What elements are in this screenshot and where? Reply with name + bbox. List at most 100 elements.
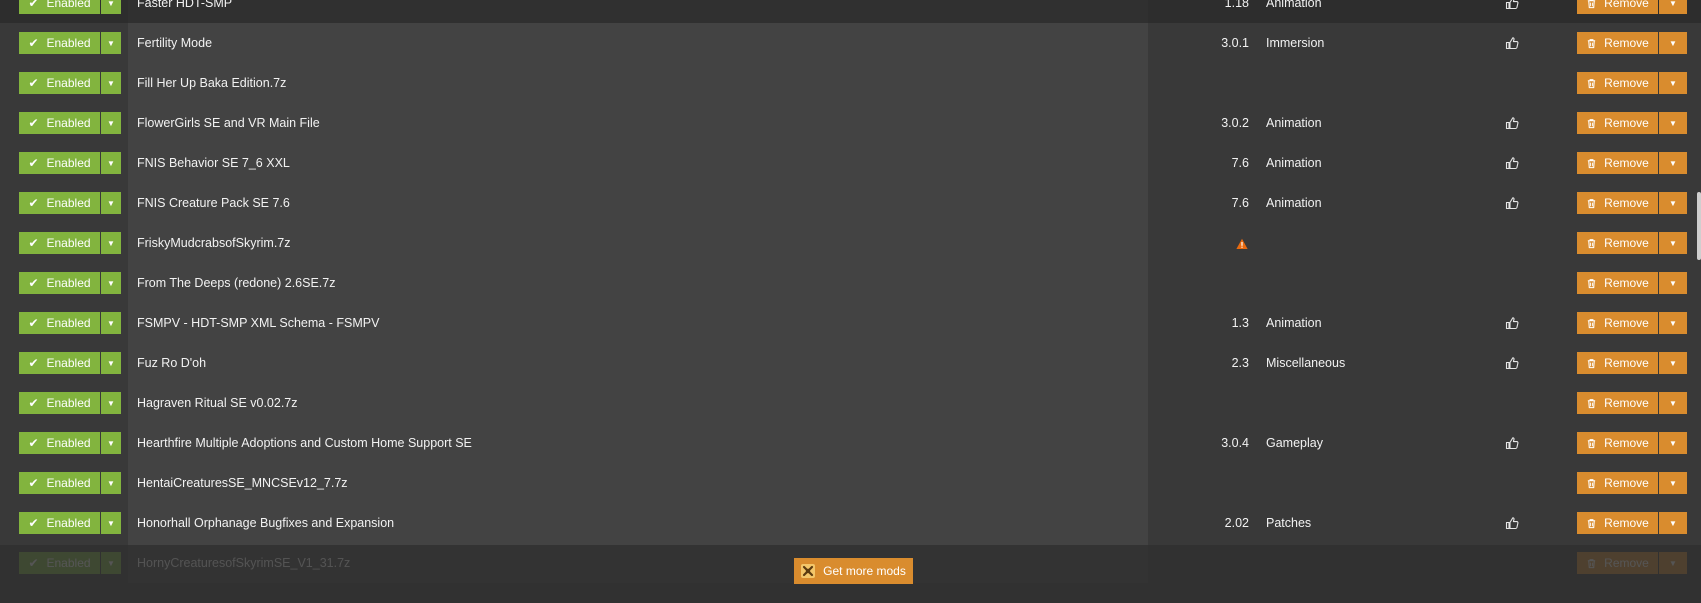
remove-group[interactable]: Remove ▼ <box>1577 352 1687 374</box>
remove-group[interactable]: Remove ▼ <box>1577 312 1687 334</box>
remove-button[interactable]: Remove <box>1577 32 1658 54</box>
remove-dropdown-button[interactable]: ▼ <box>1659 472 1687 494</box>
warning-icon[interactable] <box>1236 237 1248 249</box>
remove-button[interactable]: Remove <box>1577 0 1658 14</box>
remove-dropdown-button[interactable]: ▼ <box>1659 0 1687 14</box>
mod-row[interactable]: ✔ Enabled ▼ Fuz Ro D'oh 2.3 Miscellaneous Remo… <box>0 343 1701 383</box>
remove-dropdown-button[interactable]: ▼ <box>1659 112 1687 134</box>
scrollbar-thumb[interactable] <box>1697 192 1701 260</box>
enable-toggle-group[interactable]: ✔ Enabled ▼ <box>19 72 121 94</box>
remove-dropdown-button[interactable]: ▼ <box>1659 312 1687 334</box>
remove-button[interactable]: Remove <box>1577 512 1658 534</box>
mod-row[interactable]: ✔ Enabled ▼ FlowerGirls SE and VR Main File… <box>0 103 1701 143</box>
remove-dropdown-button[interactable]: ▼ <box>1659 392 1687 414</box>
enabled-dropdown-button[interactable]: ▼ <box>101 72 121 94</box>
enabled-button[interactable]: ✔ Enabled <box>19 0 100 14</box>
remove-group[interactable]: Remove ▼ <box>1577 32 1687 54</box>
mod-name[interactable]: FNIS Behavior SE 7_6 XXL <box>137 143 290 183</box>
endorse-thumbs-up-icon[interactable] <box>1505 116 1519 130</box>
enabled-dropdown-button[interactable]: ▼ <box>101 0 121 14</box>
enabled-button[interactable]: ✔ Enabled <box>19 272 100 294</box>
remove-button[interactable]: Remove <box>1577 152 1658 174</box>
remove-button[interactable]: Remove <box>1577 232 1658 254</box>
mod-name[interactable]: FNIS Creature Pack SE 7.6 <box>137 183 290 223</box>
remove-group[interactable]: Remove ▼ <box>1577 232 1687 254</box>
enabled-dropdown-button[interactable]: ▼ <box>101 352 121 374</box>
endorse-thumbs-up-icon[interactable] <box>1505 196 1519 210</box>
mod-row[interactable]: ✔ Enabled ▼ From The Deeps (redone) 2.6SE.7… <box>0 263 1701 303</box>
remove-group[interactable]: Remove ▼ <box>1577 432 1687 454</box>
get-more-mods-button[interactable]: Get more mods <box>794 558 913 584</box>
enabled-button[interactable]: ✔ Enabled <box>19 32 100 54</box>
remove-dropdown-button[interactable]: ▼ <box>1659 512 1687 534</box>
endorse-thumbs-up-icon[interactable] <box>1505 36 1519 50</box>
enabled-button[interactable]: ✔ Enabled <box>19 512 100 534</box>
mod-row[interactable]: ✔ Enabled ▼ Faster HDT-SMP 1.18 Animation Remo… <box>0 0 1701 23</box>
remove-group[interactable]: Remove ▼ <box>1577 472 1687 494</box>
enable-toggle-group[interactable]: ✔ Enabled ▼ <box>19 152 121 174</box>
enabled-button[interactable]: ✔ Enabled <box>19 112 100 134</box>
mod-row[interactable]: ✔ Enabled ▼ Honorhall Orphanage Bugfixes an… <box>0 503 1701 543</box>
enable-toggle-group[interactable]: ✔ Enabled ▼ <box>19 0 121 14</box>
enabled-dropdown-button[interactable]: ▼ <box>101 32 121 54</box>
remove-button[interactable]: Remove <box>1577 472 1658 494</box>
enable-toggle-group[interactable]: ✔ Enabled ▼ <box>19 272 121 294</box>
enable-toggle-group[interactable]: ✔ Enabled ▼ <box>19 192 121 214</box>
mod-name[interactable]: Faster HDT-SMP <box>137 0 232 23</box>
mod-name[interactable]: From The Deeps (redone) 2.6SE.7z <box>137 263 335 303</box>
mod-row[interactable]: ✔ Enabled ▼ FNIS Creature Pack SE 7.6 7.6 Ani… <box>0 183 1701 223</box>
remove-group[interactable]: Remove ▼ <box>1577 112 1687 134</box>
remove-group[interactable]: Remove ▼ <box>1577 0 1687 14</box>
mod-name[interactable]: FriskyMudcrabsofSkyrim.7z <box>137 223 291 263</box>
enable-toggle-group[interactable]: ✔ Enabled ▼ <box>19 312 121 334</box>
mod-name[interactable]: Fertility Mode <box>137 23 212 63</box>
enable-toggle-group[interactable]: ✔ Enabled ▼ <box>19 352 121 374</box>
enabled-dropdown-button[interactable]: ▼ <box>101 112 121 134</box>
enable-toggle-group[interactable]: ✔ Enabled ▼ <box>19 112 121 134</box>
remove-group[interactable]: Remove ▼ <box>1577 192 1687 214</box>
remove-dropdown-button[interactable]: ▼ <box>1659 432 1687 454</box>
enabled-dropdown-button[interactable]: ▼ <box>101 152 121 174</box>
enabled-button[interactable]: ✔ Enabled <box>19 152 100 174</box>
enable-toggle-group[interactable]: ✔ Enabled ▼ <box>19 32 121 54</box>
enabled-button[interactable]: ✔ Enabled <box>19 192 100 214</box>
remove-button[interactable]: Remove <box>1577 272 1658 294</box>
remove-dropdown-button[interactable]: ▼ <box>1659 272 1687 294</box>
remove-dropdown-button[interactable]: ▼ <box>1659 72 1687 94</box>
remove-dropdown-button[interactable]: ▼ <box>1659 232 1687 254</box>
enabled-button[interactable]: ✔ Enabled <box>19 232 100 254</box>
remove-group[interactable]: Remove ▼ <box>1577 152 1687 174</box>
endorse-thumbs-up-icon[interactable] <box>1505 316 1519 330</box>
mod-name[interactable]: FSMPV - HDT-SMP XML Schema - FSMPV <box>137 303 379 343</box>
remove-group[interactable]: Remove ▼ <box>1577 512 1687 534</box>
remove-button[interactable]: Remove <box>1577 72 1658 94</box>
remove-dropdown-button[interactable]: ▼ <box>1659 32 1687 54</box>
mod-row[interactable]: ✔ Enabled ▼ Hearthfire Multiple Adoptions a… <box>0 423 1701 463</box>
endorse-thumbs-up-icon[interactable] <box>1505 436 1519 450</box>
enabled-button[interactable]: ✔ Enabled <box>19 472 100 494</box>
mod-name[interactable]: Hagraven Ritual SE v0.02.7z <box>137 383 298 423</box>
remove-button[interactable]: Remove <box>1577 352 1658 374</box>
remove-button[interactable]: Remove <box>1577 192 1658 214</box>
remove-group[interactable]: Remove ▼ <box>1577 272 1687 294</box>
mod-row[interactable]: ✔ Enabled ▼ Fill Her Up Baka Edition.7z Remo… <box>0 63 1701 103</box>
remove-button[interactable]: Remove <box>1577 312 1658 334</box>
mod-row[interactable]: ✔ Enabled ▼ FSMPV - HDT-SMP XML Schema - FS… <box>0 303 1701 343</box>
mod-row[interactable]: ✔ Enabled ▼ HentaiCreaturesSE_MNCSEv12_7.7z… <box>0 463 1701 503</box>
enabled-dropdown-button[interactable]: ▼ <box>101 512 121 534</box>
endorse-thumbs-up-icon[interactable] <box>1505 156 1519 170</box>
enabled-dropdown-button[interactable]: ▼ <box>101 272 121 294</box>
enabled-button[interactable]: ✔ Enabled <box>19 392 100 414</box>
mod-name[interactable]: Fuz Ro D'oh <box>137 343 206 383</box>
mod-row[interactable]: ✔ Enabled ▼ FriskyMudcrabsofSkyrim.7z Remove… <box>0 223 1701 263</box>
enabled-dropdown-button[interactable]: ▼ <box>101 432 121 454</box>
remove-button[interactable]: Remove <box>1577 432 1658 454</box>
endorse-thumbs-up-icon[interactable] <box>1505 0 1519 10</box>
endorse-thumbs-up-icon[interactable] <box>1505 356 1519 370</box>
remove-group[interactable]: Remove ▼ <box>1577 72 1687 94</box>
enabled-button[interactable]: ✔ Enabled <box>19 352 100 374</box>
mod-row[interactable]: ✔ Enabled ▼ Hagraven Ritual SE v0.02.7z Remo… <box>0 383 1701 423</box>
enable-toggle-group[interactable]: ✔ Enabled ▼ <box>19 512 121 534</box>
mod-name[interactable]: FlowerGirls SE and VR Main File <box>137 103 320 143</box>
enabled-dropdown-button[interactable]: ▼ <box>101 312 121 334</box>
